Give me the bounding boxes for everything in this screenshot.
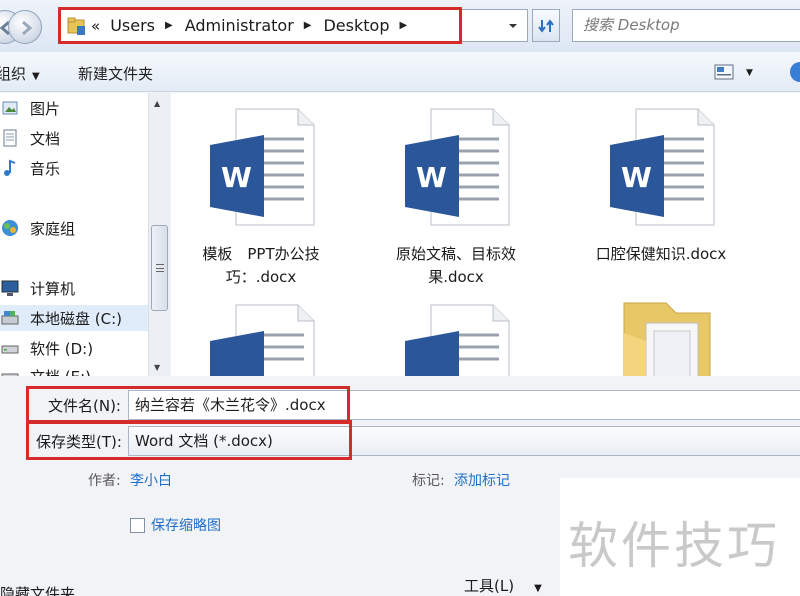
watermark-text: 软件技巧: [568, 517, 780, 575]
word-doc-icon: W: [606, 107, 716, 227]
address-dropdown-icon[interactable]: [507, 20, 519, 32]
filename-label: 文件名(N):: [48, 397, 121, 415]
nav-item-label: 计算机: [30, 279, 76, 298]
nav-item-drive-d[interactable]: 软件 (D:): [0, 335, 93, 361]
save-thumbnail-label[interactable]: 保存缩略图: [151, 515, 221, 535]
scroll-up-icon[interactable]: ▲: [154, 99, 160, 108]
nav-item-label: 文档 (E:): [30, 366, 91, 377]
drive-icon: [0, 338, 22, 358]
nav-item-homegroup[interactable]: 家庭组: [0, 215, 75, 241]
nav-item-label: 音乐: [30, 159, 61, 178]
scrollbar-thumb[interactable]: [151, 225, 168, 311]
watermark: 软件技巧: [560, 478, 800, 596]
word-doc-icon: W: [206, 107, 316, 227]
nav-item-label: 软件 (D:): [30, 339, 94, 358]
hide-folders-button[interactable]: 隐藏文件夹: [0, 583, 75, 596]
breadcrumb-administrator[interactable]: Administrator: [185, 16, 294, 35]
folder-icon: [606, 293, 716, 376]
word-doc-icon: [206, 303, 316, 376]
nav-item-local-disk-c[interactable]: 本地磁盘 (C:): [0, 305, 148, 331]
pictures-icon: [0, 98, 22, 118]
nav-scrollbar[interactable]: ▲ ▼: [148, 93, 170, 376]
svg-text:W: W: [416, 161, 447, 194]
chevron-down-icon: ▼: [32, 71, 40, 82]
file-name: 模板 PPT办公技 巧：.docx: [202, 245, 320, 286]
navigation-pane: 图片 文档 音乐 家庭组 计算机 本地磁盘 (C:) 软件 (D:): [0, 93, 148, 376]
tools-button[interactable]: 工具(L) ▼: [464, 575, 542, 596]
address-bar-row: « Users ▶ Administrator ▶ Desktop ▶ 搜索 D…: [0, 0, 800, 52]
nav-item-computer[interactable]: 计算机: [0, 275, 75, 301]
forward-arrow-icon: [22, 20, 33, 36]
nav-item-label: 本地磁盘 (C:): [30, 309, 122, 328]
tags-label: 标记:: [412, 473, 445, 489]
breadcrumb-users[interactable]: Users: [110, 16, 155, 35]
file-item[interactable]: [366, 303, 546, 376]
breadcrumb-separator-icon[interactable]: ▶: [399, 20, 407, 31]
tags-value[interactable]: 添加标记: [454, 470, 510, 490]
refresh-button[interactable]: [532, 9, 560, 42]
homegroup-icon: [0, 218, 22, 238]
breadcrumb-separator-icon[interactable]: ▶: [304, 20, 312, 31]
word-doc-icon: [401, 303, 511, 376]
local-disk-icon: [0, 308, 22, 328]
new-folder-button[interactable]: 新建文件夹: [78, 63, 153, 84]
nav-item-music[interactable]: 音乐: [0, 155, 60, 181]
file-item[interactable]: W 模板 PPT办公技 巧：.docx: [171, 107, 351, 289]
nav-item-pictures[interactable]: 图片: [0, 95, 60, 121]
address-field[interactable]: « Users ▶ Administrator ▶ Desktop ▶: [60, 9, 528, 42]
word-doc-icon: W: [401, 107, 511, 227]
file-item[interactable]: W 口腔保健知识.docx: [571, 107, 751, 266]
file-name: 口腔保健知识.docx: [595, 245, 727, 263]
command-toolbar: 组织 ▼ 新建文件夹 ▼: [0, 52, 800, 92]
organize-label: 组织: [0, 65, 27, 83]
file-item[interactable]: [171, 303, 351, 376]
file-name: 原始文稿、目标效 果.docx: [395, 245, 516, 286]
filetype-select[interactable]: Word 文档 (*.docx): [128, 426, 800, 456]
help-icon[interactable]: [790, 62, 800, 82]
breadcrumb: « Users ▶ Administrator ▶ Desktop ▶: [91, 10, 419, 41]
view-dropdown-icon[interactable]: ▼: [746, 68, 753, 78]
folder-location-icon: [67, 17, 85, 35]
save-thumbnail-checkbox[interactable]: [130, 518, 145, 533]
folder-item[interactable]: [571, 293, 751, 376]
organize-button[interactable]: 组织 ▼: [0, 63, 40, 84]
computer-icon: [0, 278, 22, 298]
forward-button[interactable]: [8, 10, 42, 44]
view-options-icon[interactable]: [714, 64, 734, 80]
filename-input[interactable]: 纳兰容若《木兰花令》.docx: [128, 390, 800, 420]
author-label: 作者:: [88, 473, 121, 489]
breadcrumb-desktop[interactable]: Desktop: [323, 16, 389, 35]
nav-item-label: 文档: [30, 129, 61, 148]
nav-item-drive-e[interactable]: 文档 (E:): [0, 363, 91, 376]
svg-text:W: W: [221, 161, 252, 194]
nav-item-label: 图片: [30, 99, 61, 118]
file-item[interactable]: W 原始文稿、目标效 果.docx: [366, 107, 546, 289]
file-list: W 模板 PPT办公技 巧：.docx W 原始文稿、目标效 果.docx W …: [171, 93, 800, 376]
filetype-label: 保存类型(T):: [36, 433, 122, 451]
breadcrumb-separator-icon[interactable]: ▶: [165, 20, 173, 31]
author-value[interactable]: 李小白: [130, 470, 172, 490]
documents-icon: [0, 128, 22, 148]
search-input[interactable]: 搜索 Desktop: [572, 9, 800, 42]
music-icon: [0, 158, 22, 178]
chevron-down-icon: ▼: [534, 583, 542, 594]
tools-label: 工具(L): [464, 577, 515, 595]
scrollbar-grip-icon: [156, 264, 164, 272]
refresh-arrows-icon: [538, 19, 554, 33]
scroll-down-icon[interactable]: ▼: [154, 363, 160, 372]
drive-icon: [0, 366, 22, 376]
svg-text:W: W: [621, 161, 652, 194]
breadcrumb-overflow[interactable]: «: [91, 17, 100, 35]
nav-item-documents[interactable]: 文档: [0, 125, 60, 151]
nav-item-label: 家庭组: [30, 219, 76, 238]
